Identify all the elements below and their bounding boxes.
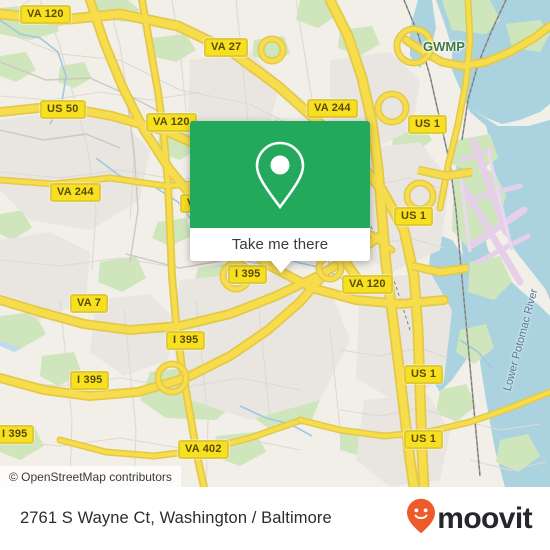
map-pin-icon	[251, 139, 309, 211]
road-shield: I 395	[70, 371, 110, 390]
location-title: 2761 S Wayne Ct, Washington / Baltimore	[20, 509, 332, 527]
attribution-text: © OpenStreetMap contributors	[9, 469, 172, 484]
footer-bar: 2761 S Wayne Ct, Washington / Baltimore …	[0, 487, 550, 550]
moovit-smiling-pin-icon	[406, 498, 436, 539]
popup-pointer-tail	[270, 260, 292, 273]
road-shield: I 395	[228, 265, 268, 284]
road-shield: US 1	[408, 115, 448, 134]
map-viewport[interactable]: VA 120 VA 27 US 50 VA 120 VA 244 US 1 VA 244 VA…	[0, 0, 550, 487]
road-shield: I 395	[166, 331, 206, 350]
road-shield: US 50	[40, 100, 86, 119]
take-me-there-button[interactable]: Take me there	[190, 228, 370, 261]
road-shield: I 395	[0, 425, 35, 444]
screenshot-root: VA 120 VA 27 US 50 VA 120 VA 244 US 1 VA 244 VA…	[0, 0, 550, 550]
road-shield: VA 244	[50, 183, 101, 202]
popup-marker-area	[190, 121, 370, 228]
location-popup-card[interactable]: Take me there	[190, 121, 370, 273]
road-shield: VA 120	[342, 275, 393, 294]
map-attribution[interactable]: © OpenStreetMap contributors	[0, 466, 181, 487]
road-shield: VA 120	[20, 5, 71, 24]
moovit-wordmark: moovit	[437, 501, 532, 535]
moovit-brand[interactable]: moovit	[406, 498, 533, 539]
take-me-there-label: Take me there	[231, 236, 329, 253]
road-shield: VA 402	[178, 440, 229, 459]
road-shield: US 1	[394, 207, 434, 226]
road-shield: US 1	[404, 430, 444, 449]
park-label: GWMP	[423, 39, 465, 54]
road-shield: VA 7	[70, 294, 109, 313]
road-shield: VA 244	[307, 99, 358, 118]
road-shield: VA 27	[204, 38, 249, 57]
road-shield: US 1	[404, 365, 444, 384]
